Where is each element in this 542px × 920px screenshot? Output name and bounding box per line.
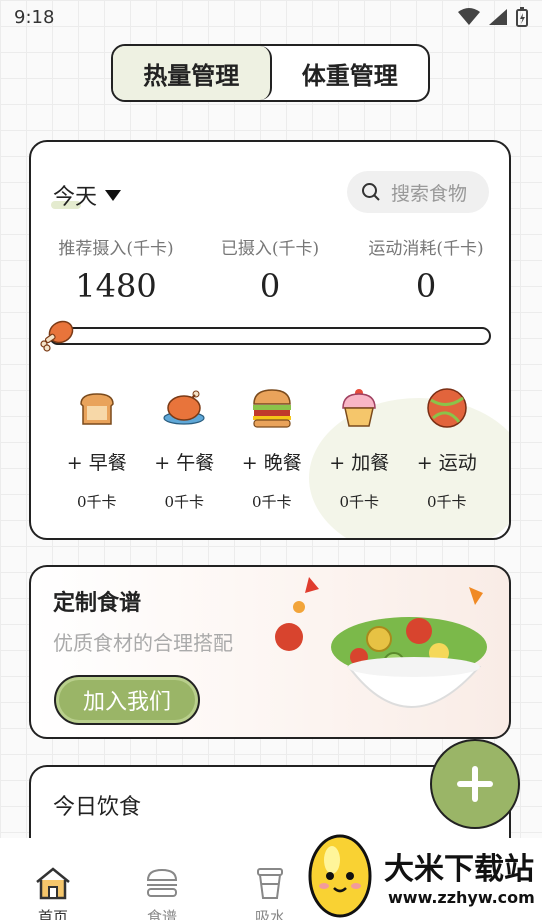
meal-lunch: + 午餐 0千卡 xyxy=(141,386,229,512)
bread-icon xyxy=(79,393,114,425)
add-lunch-button[interactable]: + 午餐 xyxy=(154,448,214,475)
meal-dinner: + 晚餐 0千卡 xyxy=(228,386,316,512)
signal-icon xyxy=(489,9,507,25)
add-exercise-button[interactable]: + 运动 xyxy=(417,448,477,475)
watermark-logo: 大米下载站 www.zzhyw.com xyxy=(296,824,542,920)
search-placeholder: 搜索食物 xyxy=(391,182,468,205)
join-us-button[interactable]: 加入我们 xyxy=(54,675,200,725)
stat-value: 0 xyxy=(259,267,281,305)
cupcake-icon xyxy=(342,389,377,427)
plus-icon xyxy=(457,766,493,802)
today-diet-title: 今日饮食 xyxy=(53,795,142,820)
day-label: 今天 xyxy=(53,185,98,210)
calorie-progress-bar xyxy=(49,327,491,345)
stat-label: 已摄入(千卡) xyxy=(220,239,320,259)
tab-calorie-management[interactable]: 热量管理 xyxy=(113,46,272,100)
watermark-name: 大米下载站 xyxy=(384,852,534,887)
stat-burned: 运动消耗(千卡) 0 xyxy=(361,234,491,305)
status-bar: 9:18 xyxy=(0,0,542,36)
add-breakfast-button[interactable]: + 早餐 xyxy=(67,448,127,475)
add-snack-button[interactable]: + 加餐 xyxy=(329,448,389,475)
cup-icon xyxy=(257,868,283,899)
watermark-url: www.zzhyw.com xyxy=(388,888,535,907)
burger-outline-icon xyxy=(146,868,178,897)
status-time: 9:18 xyxy=(14,7,55,28)
calorie-summary-card: 今天 搜索食物 推荐摄入(千卡) 1480 已摄入(千卡) 0 运动消耗(千卡)… xyxy=(29,140,511,540)
nav-label: 首页 xyxy=(37,908,68,920)
nav-label: 吸水 xyxy=(254,908,285,920)
custom-recipe-banner: 定制食谱 优质食材的合理搭配 加入我们 xyxy=(29,565,511,739)
meal-kcal: 0千卡 xyxy=(76,493,117,511)
roast-chicken-icon xyxy=(163,390,205,425)
stat-value: 0 xyxy=(415,267,437,305)
day-selector[interactable]: 今天 xyxy=(50,179,122,211)
status-icons xyxy=(458,7,528,27)
add-floating-button[interactable] xyxy=(430,739,520,829)
battery-icon xyxy=(516,7,528,27)
stat-recommended: 推荐摄入(千卡) 1480 xyxy=(53,234,179,305)
mascot-icon xyxy=(308,834,372,918)
banner-subtitle: 优质食材的合理搭配 xyxy=(53,631,233,655)
meal-kcal: 0千卡 xyxy=(164,493,205,511)
ball-icon xyxy=(427,388,467,428)
nav-item-home[interactable]: 首页 xyxy=(34,866,72,920)
meal-exercise: + 运动 0千卡 xyxy=(403,386,491,512)
caret-down-icon xyxy=(105,189,122,201)
salad-bowl-image xyxy=(275,577,487,708)
home-icon xyxy=(36,867,70,900)
meal-list: + 早餐 0千卡 + 午餐 0千卡 + 晚餐 0千卡 + 加餐 0千卡 + 运动… xyxy=(31,386,509,512)
meal-snack: + 加餐 0千卡 xyxy=(316,386,404,512)
meal-kcal: 0千卡 xyxy=(339,493,380,511)
wifi-icon xyxy=(458,8,480,25)
drumstick-icon xyxy=(40,320,74,352)
meal-breakfast: + 早餐 0千卡 xyxy=(53,386,141,512)
stat-label: 运动消耗(千卡) xyxy=(368,239,484,259)
burger-icon xyxy=(252,389,291,428)
search-icon xyxy=(362,183,380,201)
meal-kcal: 0千卡 xyxy=(251,493,292,511)
add-dinner-button[interactable]: + 晚餐 xyxy=(242,448,302,475)
banner-title: 定制食谱 xyxy=(53,590,142,616)
management-tabs: 热量管理 体重管理 xyxy=(111,44,430,102)
meal-kcal: 0千卡 xyxy=(426,493,467,511)
nav-item-recipes[interactable]: 食谱 xyxy=(144,866,180,920)
stat-label: 推荐摄入(千卡) xyxy=(58,239,174,259)
nav-item-water[interactable]: 吸水 xyxy=(254,866,286,920)
stat-consumed: 已摄入(千卡) 0 xyxy=(215,234,325,305)
food-search[interactable]: 搜索食物 xyxy=(347,171,489,213)
nav-label: 食谱 xyxy=(146,908,177,920)
stat-value: 1480 xyxy=(75,267,157,305)
tab-weight-management[interactable]: 体重管理 xyxy=(272,46,429,100)
